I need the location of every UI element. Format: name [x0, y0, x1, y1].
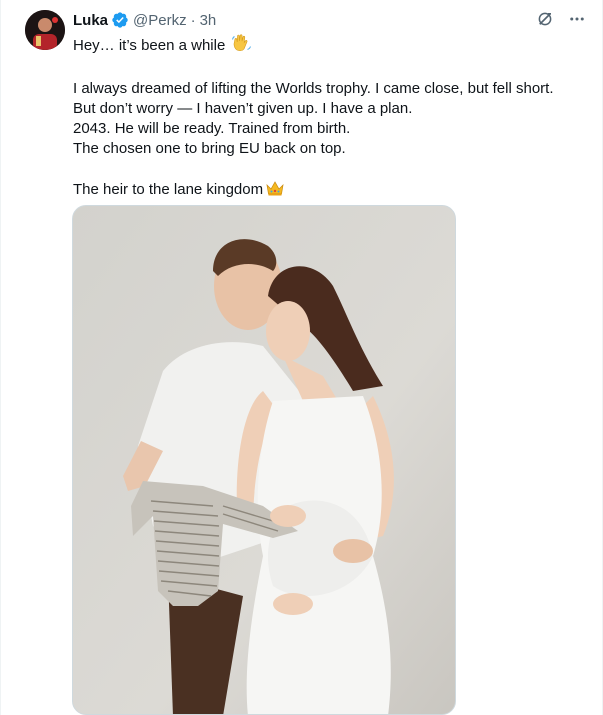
verified-badge-icon[interactable]: [111, 11, 129, 29]
top-actions: [534, 8, 588, 30]
author-handle[interactable]: @Perkz: [133, 12, 187, 29]
tweet-line: The chosen one to bring EU back on top.: [73, 140, 346, 157]
crown-emoji-icon: [265, 179, 285, 203]
waving-hand-emoji-icon: [231, 33, 252, 59]
more-icon[interactable]: [566, 8, 588, 30]
grok-icon[interactable]: [534, 8, 556, 30]
tweet: Luka @Perkz · 3h Hey… it’s been a while …: [0, 0, 603, 715]
tweet-line: The heir to the lane kingdom: [73, 179, 593, 203]
tweet-header: Luka @Perkz · 3h: [73, 10, 216, 30]
tweet-line: 2043. He will be ready. Trained from bir…: [73, 120, 351, 137]
tweet-line: Hey… it’s been a while: [73, 33, 593, 59]
tweet-line: I always dreamed of lifting the Worlds t…: [73, 80, 554, 97]
tweet-photo[interactable]: [72, 205, 456, 715]
avatar-photo-icon: [25, 10, 65, 50]
tweet-time[interactable]: 3h: [200, 12, 217, 29]
author-name[interactable]: Luka: [73, 12, 108, 29]
tweet-text: Hey… it’s been a while I always dreamed …: [73, 33, 593, 203]
tweet-line-text: Hey… it’s been a while: [73, 37, 226, 54]
tweet-line: But don’t worry — I haven’t given up. I …: [73, 100, 413, 117]
header-separator: ·: [190, 11, 196, 29]
tweet-line-text: The heir to the lane kingdom: [73, 181, 264, 198]
avatar[interactable]: [25, 10, 65, 50]
